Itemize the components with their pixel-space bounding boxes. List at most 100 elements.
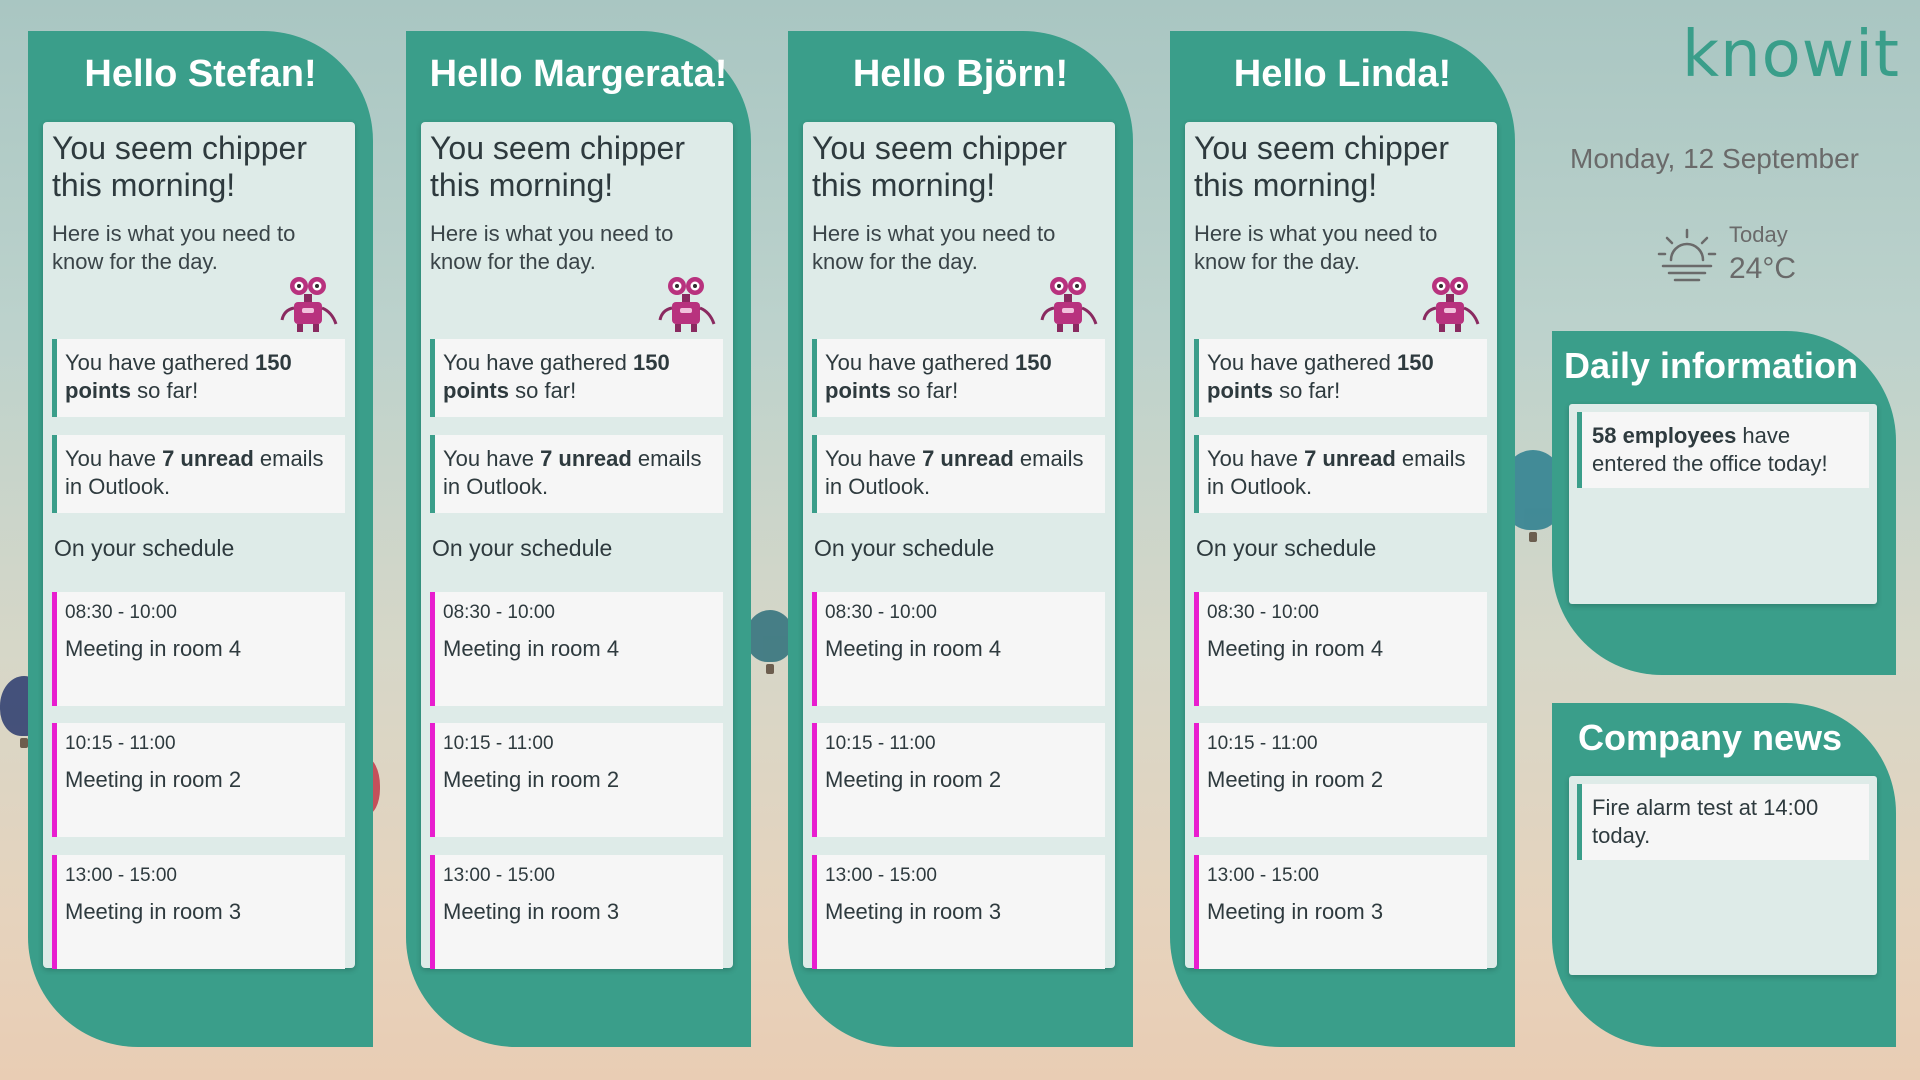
- points-post: so far!: [509, 378, 577, 403]
- meeting-item[interactable]: 08:30 - 10:00 Meeting in room 4: [812, 592, 1105, 706]
- robot-icon: [653, 272, 719, 338]
- meeting-item[interactable]: 10:15 - 11:00 Meeting in room 2: [52, 723, 345, 837]
- emails-value: 7 unread: [1304, 446, 1396, 471]
- emails-pre: You have: [65, 446, 163, 471]
- mood-greeting: You seem chipper this morning!: [52, 130, 307, 203]
- weather-temperature: 24°C: [1729, 252, 1797, 285]
- points-info: You have gathered 150 points so far!: [52, 339, 345, 417]
- person-panel: Hello Björn! You seem chipper this morni…: [788, 31, 1133, 1047]
- meeting-place: Meeting in room 2: [443, 767, 620, 792]
- meeting-time: 13:00 - 15:00: [443, 865, 555, 886]
- person-card: You seem chipper this morning! Here is w…: [43, 122, 355, 969]
- meeting-time: 08:30 - 10:00: [825, 602, 937, 623]
- meeting-item[interactable]: 13:00 - 15:00 Meeting in room 3: [430, 855, 723, 969]
- schedule-label: On your schedule: [1196, 535, 1377, 561]
- meeting-place: Meeting in room 2: [65, 767, 242, 792]
- person-card: You seem chipper this morning! Here is w…: [1185, 122, 1497, 969]
- person-greeting-title: Hello Linda!: [1233, 53, 1452, 95]
- meeting-item[interactable]: 13:00 - 15:00 Meeting in room 3: [812, 855, 1105, 969]
- meeting-item[interactable]: 08:30 - 10:00 Meeting in room 4: [1194, 592, 1487, 706]
- daily-information-card: 58 employees have entered the office tod…: [1569, 404, 1877, 604]
- person-panel: Hello Linda! You seem chipper this morni…: [1170, 31, 1515, 1047]
- meeting-place: Meeting in room 4: [825, 636, 1002, 661]
- points-info: You have gathered 150 points so far!: [430, 339, 723, 417]
- points-post: so far!: [1273, 378, 1341, 403]
- meeting-place: Meeting in room 2: [825, 767, 1002, 792]
- weather-day-label: Today: [1729, 222, 1788, 247]
- meeting-time: 13:00 - 15:00: [825, 865, 937, 886]
- meeting-place: Meeting in room 2: [1207, 767, 1384, 792]
- points-pre: You have gathered: [825, 350, 1016, 375]
- person-panel: Hello Stefan! You seem chipper this morn…: [28, 31, 373, 1047]
- person-greeting-title: Hello Margerata!: [429, 53, 728, 95]
- person-card: You seem chipper this morning! Here is w…: [803, 122, 1115, 969]
- sunrise-icon: [1657, 228, 1717, 282]
- points-post: so far!: [891, 378, 959, 403]
- meeting-item[interactable]: 13:00 - 15:00 Meeting in room 3: [1194, 855, 1487, 969]
- mood-greeting: You seem chipper this morning!: [430, 130, 685, 203]
- person-panel: Hello Margerata! You seem chipper this m…: [406, 31, 751, 1047]
- emails-value: 7 unread: [540, 446, 632, 471]
- schedule-label: On your schedule: [814, 535, 995, 561]
- date-label: Monday, 12 September: [1570, 143, 1859, 174]
- company-news-card: Fire alarm test at 14:00 today.: [1569, 776, 1877, 975]
- meeting-place: Meeting in room 4: [65, 636, 242, 661]
- emails-value: 7 unread: [162, 446, 254, 471]
- meeting-time: 13:00 - 15:00: [1207, 865, 1319, 886]
- emails-value: 7 unread: [922, 446, 1014, 471]
- schedule-label: On your schedule: [432, 535, 613, 561]
- emails-info[interactable]: You have 7 unread emails in Outlook.: [430, 435, 723, 513]
- points-pre: You have gathered: [65, 350, 256, 375]
- emails-pre: You have: [443, 446, 541, 471]
- meeting-item[interactable]: 10:15 - 11:00 Meeting in room 2: [1194, 723, 1487, 837]
- meeting-place: Meeting in room 3: [65, 899, 242, 924]
- points-info: You have gathered 150 points so far!: [812, 339, 1105, 417]
- meeting-item[interactable]: 08:30 - 10:00 Meeting in room 4: [52, 592, 345, 706]
- emails-info[interactable]: You have 7 unread emails in Outlook.: [52, 435, 345, 513]
- news-item: Fire alarm test at 14:00 today.: [1577, 784, 1869, 860]
- balloon-decoration: [746, 610, 794, 674]
- meeting-time: 10:15 - 11:00: [825, 733, 936, 754]
- mood-greeting: You seem chipper this morning!: [1194, 130, 1449, 203]
- points-post: so far!: [131, 378, 199, 403]
- meeting-place: Meeting in room 3: [825, 899, 1002, 924]
- schedule-label: On your schedule: [54, 535, 235, 561]
- robot-icon: [1417, 272, 1483, 338]
- meeting-time: 08:30 - 10:00: [65, 602, 177, 623]
- points-pre: You have gathered: [1207, 350, 1398, 375]
- employees-note: 58 employees have entered the office tod…: [1577, 412, 1869, 488]
- mood-greeting: You seem chipper this morning!: [812, 130, 1067, 203]
- person-greeting-title: Hello Björn!: [852, 53, 1069, 95]
- intro-text: Here is what you need to know for the da…: [430, 221, 674, 274]
- meeting-time: 10:15 - 11:00: [443, 733, 554, 754]
- meeting-item[interactable]: 10:15 - 11:00 Meeting in room 2: [430, 723, 723, 837]
- meeting-time: 08:30 - 10:00: [443, 602, 555, 623]
- meeting-item[interactable]: 10:15 - 11:00 Meeting in room 2: [812, 723, 1105, 837]
- robot-icon: [275, 272, 341, 338]
- points-pre: You have gathered: [443, 350, 634, 375]
- meeting-place: Meeting in room 4: [443, 636, 620, 661]
- meeting-place: Meeting in room 3: [1207, 899, 1384, 924]
- meeting-item[interactable]: 08:30 - 10:00 Meeting in room 4: [430, 592, 723, 706]
- daily-information-title: Daily information: [1564, 345, 1859, 386]
- meeting-time: 13:00 - 15:00: [65, 865, 177, 886]
- knowit-logo: knowit: [1682, 18, 1900, 92]
- intro-text: Here is what you need to know for the da…: [812, 221, 1056, 274]
- meeting-item[interactable]: 13:00 - 15:00 Meeting in room 3: [52, 855, 345, 969]
- emails-info[interactable]: You have 7 unread emails in Outlook.: [1194, 435, 1487, 513]
- emails-pre: You have: [1207, 446, 1305, 471]
- person-card: You seem chipper this morning! Here is w…: [421, 122, 733, 969]
- points-info: You have gathered 150 points so far!: [1194, 339, 1487, 417]
- meeting-place: Meeting in room 4: [1207, 636, 1384, 661]
- daily-information-panel: Daily information 58 employees have ente…: [1552, 331, 1896, 675]
- emails-pre: You have: [825, 446, 923, 471]
- meeting-time: 10:15 - 11:00: [65, 733, 176, 754]
- meeting-time: 08:30 - 10:00: [1207, 602, 1319, 623]
- emails-info[interactable]: You have 7 unread emails in Outlook.: [812, 435, 1105, 513]
- intro-text: Here is what you need to know for the da…: [52, 221, 296, 274]
- meeting-place: Meeting in room 3: [443, 899, 620, 924]
- robot-icon: [1035, 272, 1101, 338]
- intro-text: Here is what you need to know for the da…: [1194, 221, 1438, 274]
- employees-count: 58 employees: [1592, 423, 1737, 448]
- company-news-panel: Company news Fire alarm test at 14:00 to…: [1552, 703, 1896, 1047]
